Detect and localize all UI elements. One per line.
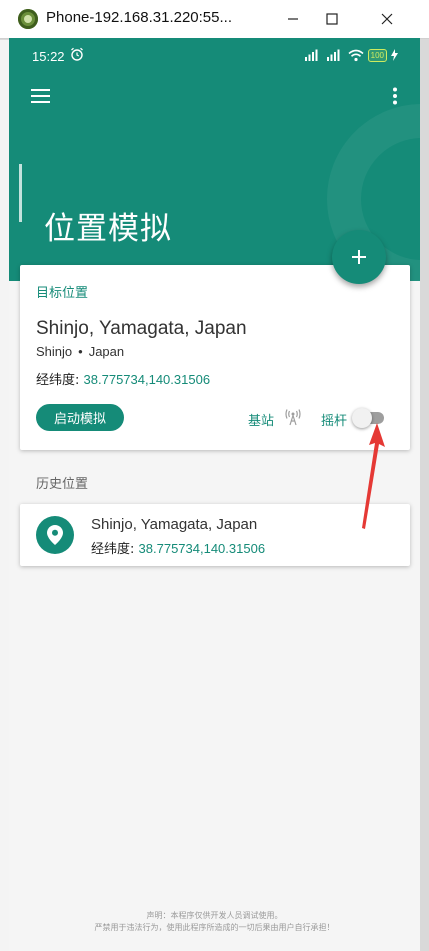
location-pin-icon [47,525,63,545]
status-icons: 100 [304,48,398,62]
android-app-icon [18,9,38,29]
signal-icon [304,49,318,61]
disclaimer-line-1: 声明：本程序仅供开发人员调试使用。 [146,911,283,920]
history-coordinates: 经纬度: 38.775734,140.31506 [91,538,265,557]
phone-screen: 15:22 100 位置模拟 目标位置 Shinjo, Yamagata, Ja… [9,38,420,951]
start-simulation-button[interactable]: 启动模拟 [36,404,124,431]
target-section-label: 目标位置 [36,286,89,301]
more-vert-icon[interactable] [391,86,399,106]
cell-tower-icon[interactable] [285,408,301,426]
status-bar: 15:22 100 [9,38,420,76]
target-place-subtitle: Shinjo • Japan [36,344,124,359]
add-location-button[interactable] [332,230,386,284]
base-station-label[interactable]: 基站 [248,410,274,429]
coord-label: 经纬度: [36,373,80,388]
annotation-arrow [362,423,385,529]
history-place-name: Shinjo, Yamagata, Japan [91,516,258,533]
history-section-label: 历史位置 [36,477,89,492]
add-icon [352,250,366,264]
separator-dot: • [78,344,83,359]
close-icon [381,13,393,25]
maximize-icon [326,13,338,25]
history-coord-label: 经纬度: [91,542,135,557]
menu-icon[interactable] [31,88,51,104]
status-time: 15:22 [32,49,65,64]
signal-icon [326,49,340,61]
location-avatar [36,516,74,554]
window-titlebar: Phone-192.168.31.220:55... [0,0,429,39]
disclaimer-line-2: 严禁用于违法行为，使用此程序所造成的一切后果由用户自行承担！ [94,923,335,932]
target-city: Shinjo [36,344,73,359]
history-item[interactable]: Shinjo, Yamagata, Japan 经纬度: 38.775734,1… [20,504,410,566]
minimize-icon [288,18,298,20]
battery-indicator: 100 [367,48,387,62]
page-title: 位置模拟 [44,211,172,247]
target-country: Japan [88,344,125,359]
target-place-name: Shinjo, Yamagata, Japan [36,318,247,339]
disclaimer: 声明：本程序仅供开发人员调试使用。 严禁用于违法行为，使用此程序所造成的一切后果… [9,910,420,934]
maximize-button[interactable] [309,0,355,38]
header-accent-bar [19,164,22,222]
wifi-icon [348,49,364,61]
window-title: Phone-192.168.31.220:55... [46,9,232,26]
joystick-label: 摇杆 [321,414,348,429]
charging-icon [391,49,398,61]
alarm-icon [71,47,83,61]
history-coord-value: 38.775734,140.31506 [138,541,266,556]
close-button[interactable] [364,0,410,38]
target-location-card: 目标位置 Shinjo, Yamagata, Japan Shinjo • Japa… [20,265,410,450]
target-coordinates: 经纬度: 38.775734,140.31506 [36,369,210,388]
coord-value: 38.775734,140.31506 [83,372,211,387]
